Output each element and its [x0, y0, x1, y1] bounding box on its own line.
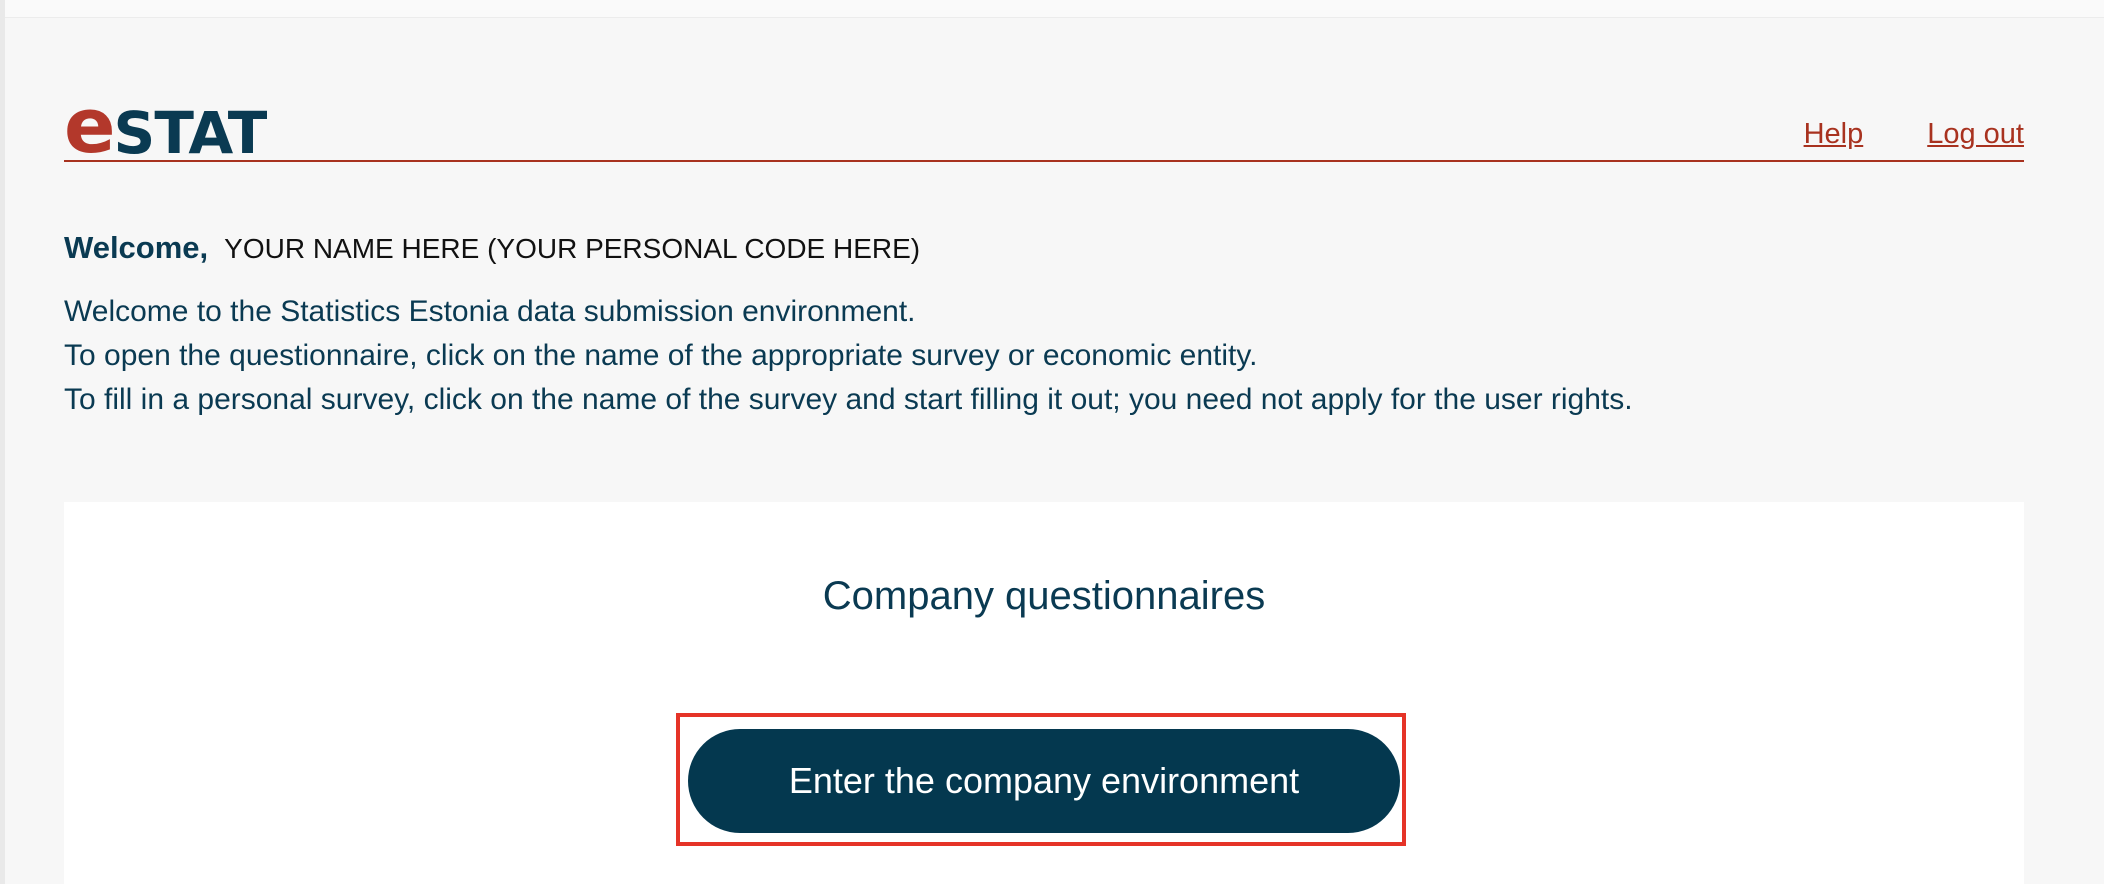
browser-top-strip: [0, 0, 2104, 18]
help-link[interactable]: Help: [1804, 118, 1864, 151]
logout-link[interactable]: Log out: [1927, 118, 2024, 151]
user-name: YOUR NAME HERE (YOUR PERSONAL CODE HERE): [224, 233, 921, 264]
welcome-line: Welcome, YOUR NAME HERE (YOUR PERSONAL C…: [64, 230, 920, 266]
intro-line: To fill in a personal survey, click on t…: [64, 383, 1633, 416]
enter-company-environment-button[interactable]: Enter the company environment: [688, 729, 1400, 833]
intro-line: To open the questionnaire, click on the …: [64, 339, 1258, 372]
intro-text: Welcome to the Statistics Estonia data s…: [64, 290, 1633, 422]
company-questionnaires-card: Company questionnaires Enter the company…: [64, 502, 2024, 884]
welcome-label: Welcome,: [64, 230, 209, 265]
header-nav: Help Log out: [1804, 118, 2024, 151]
logo-e: e: [64, 81, 116, 170]
logo-stat: STAT: [113, 99, 268, 167]
intro-line: Welcome to the Statistics Estonia data s…: [64, 295, 916, 328]
page-header: e STAT Help Log out: [64, 88, 2024, 164]
card-title: Company questionnaires: [822, 574, 1266, 618]
estat-logo[interactable]: e STAT: [64, 88, 267, 164]
left-edge: [0, 0, 5, 884]
